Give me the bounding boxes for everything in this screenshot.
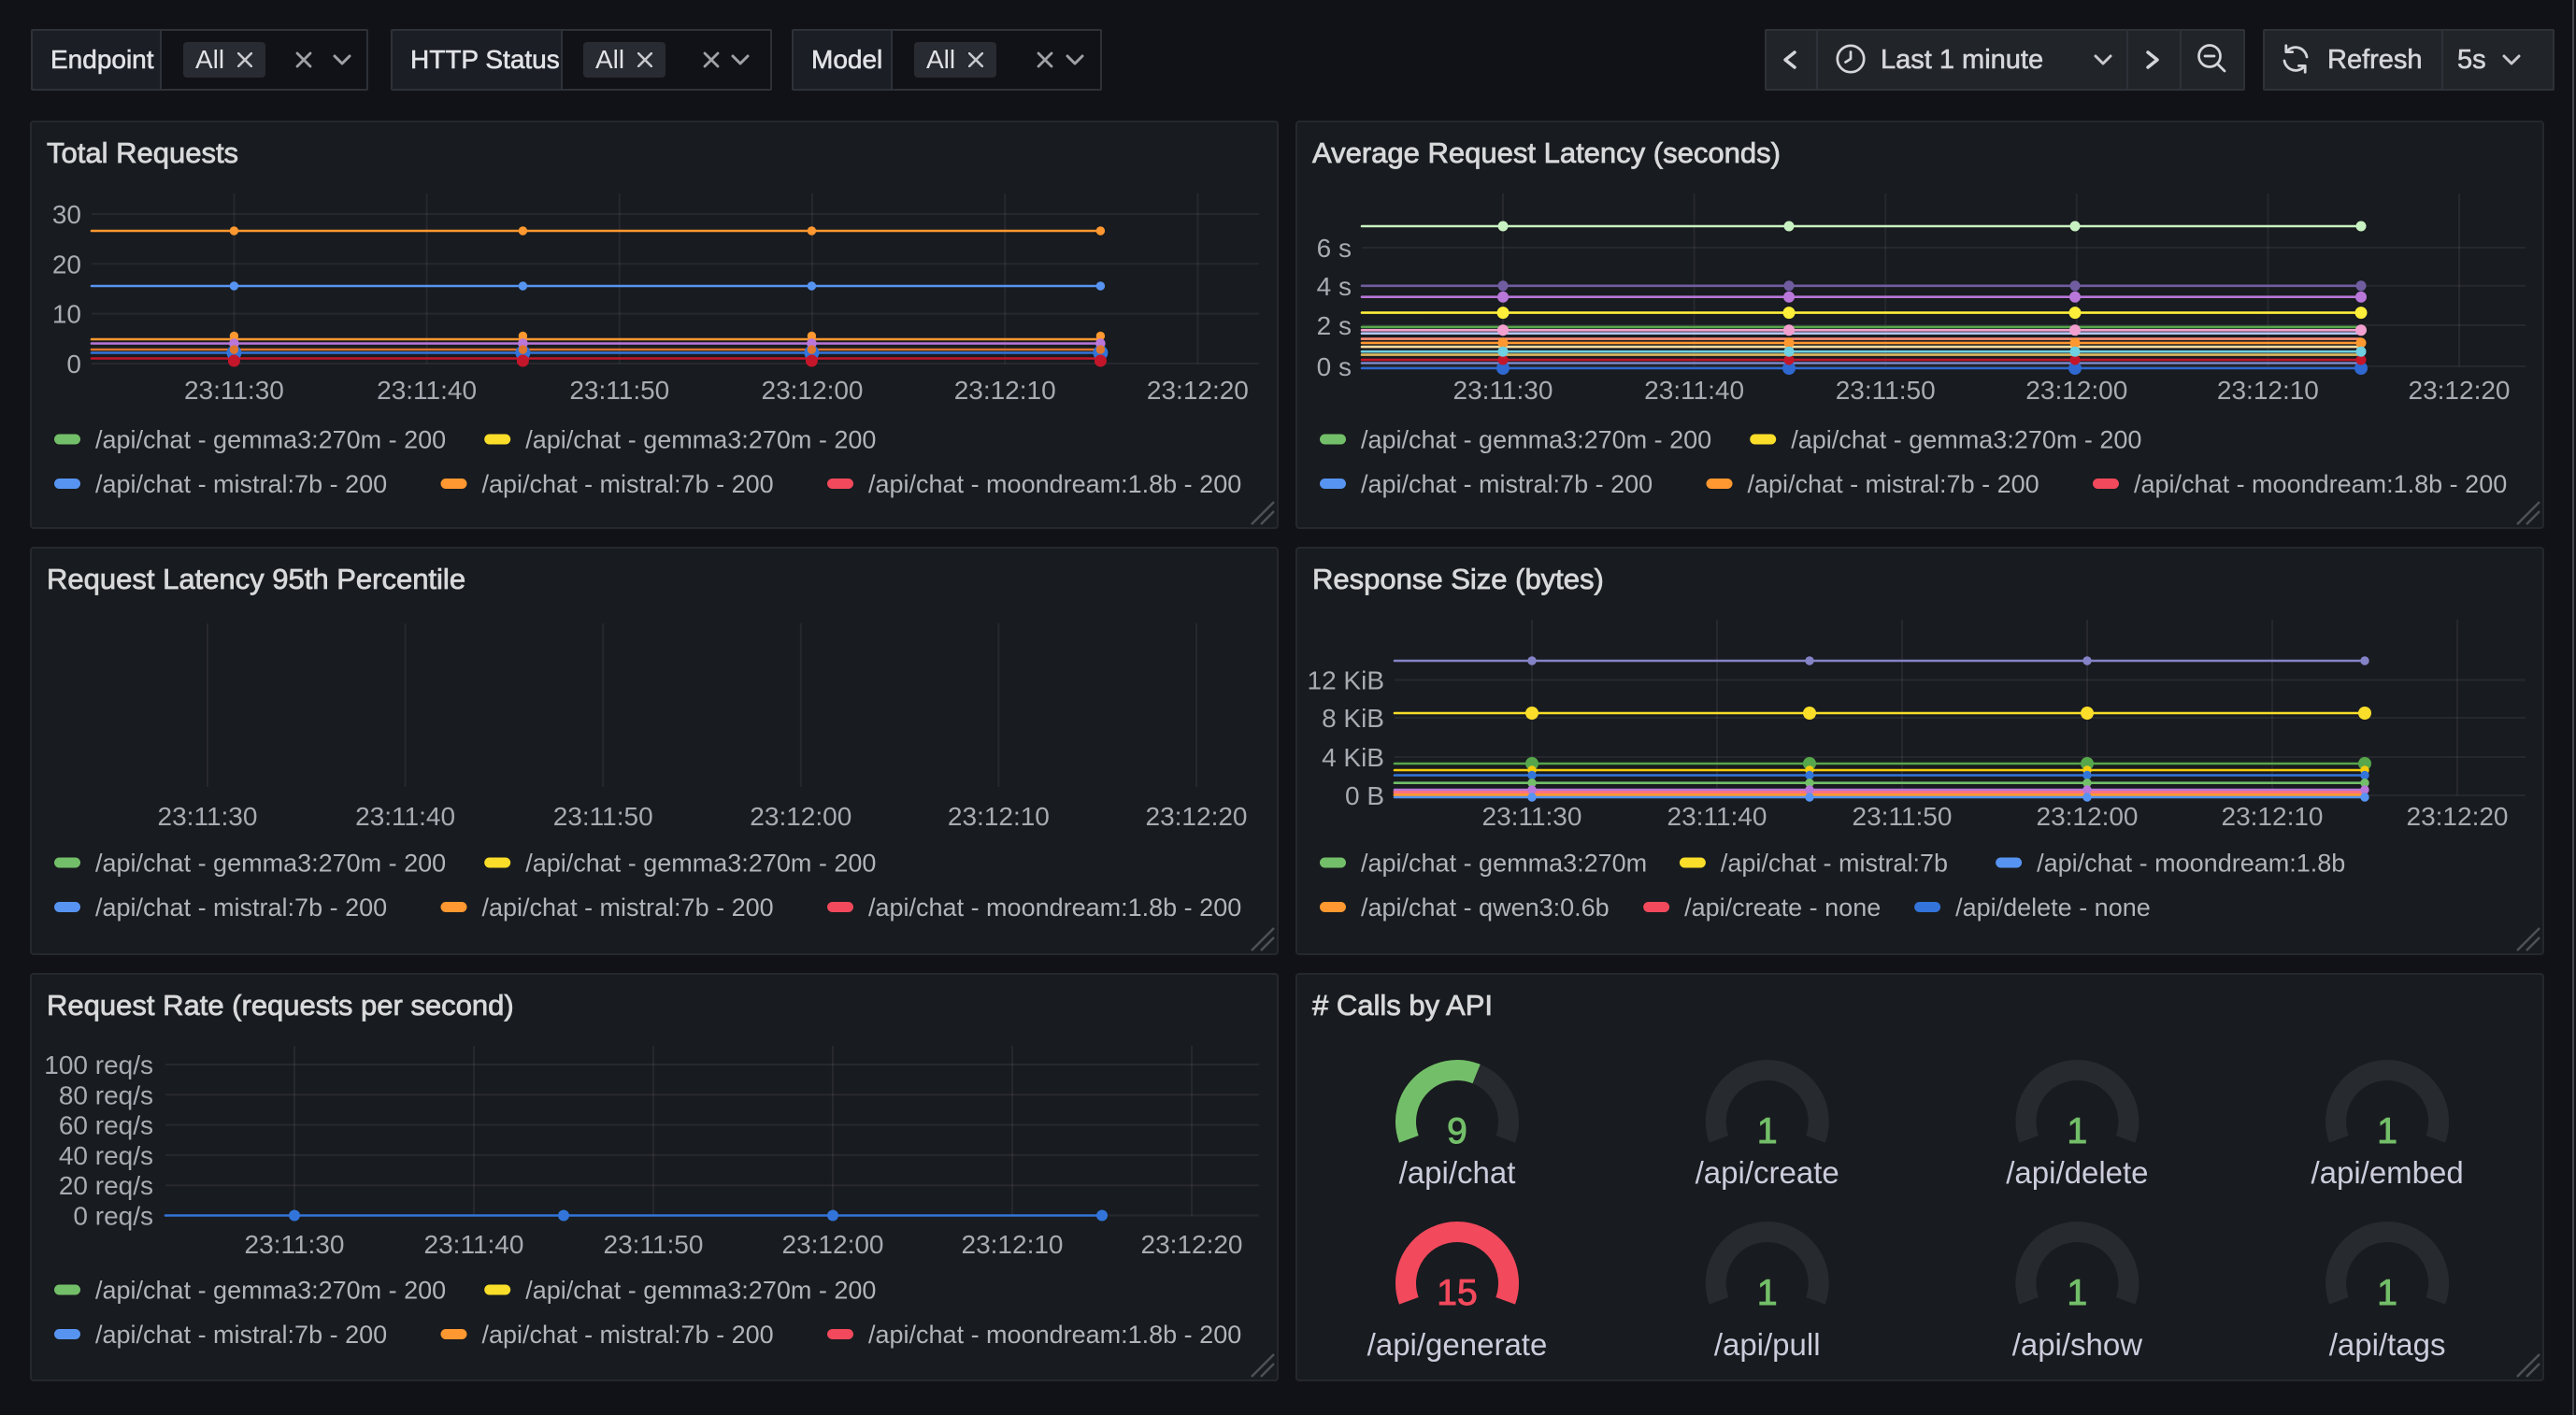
svg-text:0 s: 0 s xyxy=(1317,352,1352,381)
svg-text:23:11:40: 23:11:40 xyxy=(424,1230,524,1259)
svg-text:9: 9 xyxy=(1447,1111,1467,1151)
svg-text:23:11:30: 23:11:30 xyxy=(184,376,284,405)
svg-text:/api/chat - mistral:7b - 200: /api/chat - mistral:7b - 200 xyxy=(1748,470,2039,498)
svg-text:/api/chat - gemma3:270m - 200: /api/chat - gemma3:270m - 200 xyxy=(95,850,446,878)
svg-text:8 KiB: 8 KiB xyxy=(1322,704,1384,733)
svg-text:0 B: 0 B xyxy=(1345,781,1384,810)
svg-text:23:11:50: 23:11:50 xyxy=(1853,802,1953,831)
svg-text:12 KiB: 12 KiB xyxy=(1308,666,1385,695)
svg-text:/api/chat - gemma3:270m - 200: /api/chat - gemma3:270m - 200 xyxy=(525,426,876,454)
svg-text:23:12:10: 23:12:10 xyxy=(948,802,1050,831)
svg-text:0 req/s: 0 req/s xyxy=(73,1202,153,1231)
svg-text:/api/create: /api/create xyxy=(1696,1155,1839,1190)
svg-text:40 req/s: 40 req/s xyxy=(59,1141,153,1170)
svg-text:/api/embed: /api/embed xyxy=(2311,1155,2463,1190)
svg-text:1: 1 xyxy=(2377,1111,2397,1151)
svg-text:23:12:20: 23:12:20 xyxy=(1147,376,1249,405)
svg-text:0: 0 xyxy=(66,350,81,379)
svg-text:60 req/s: 60 req/s xyxy=(59,1111,153,1140)
svg-text:23:12:10: 23:12:10 xyxy=(962,1230,1064,1259)
svg-text:1: 1 xyxy=(2068,1273,2088,1313)
svg-text:15: 15 xyxy=(1437,1273,1477,1313)
svg-text:/api/chat - gemma3:270m - 200: /api/chat - gemma3:270m - 200 xyxy=(1361,426,1711,454)
svg-text:23:12:00: 23:12:00 xyxy=(2025,376,2127,405)
svg-text:80 req/s: 80 req/s xyxy=(59,1080,153,1109)
svg-text:Response Size (bytes): Response Size (bytes) xyxy=(1312,563,1604,595)
svg-text:30: 30 xyxy=(52,200,81,229)
svg-text:# Calls by API: # Calls by API xyxy=(1312,989,1493,1022)
svg-text:/api/chat - mistral:7b - 200: /api/chat - mistral:7b - 200 xyxy=(482,1321,774,1349)
svg-text:/api/chat - moondream:1.8b - 2: /api/chat - moondream:1.8b - 200 xyxy=(868,893,1241,922)
svg-text:/api/chat - mistral:7b - 200: /api/chat - mistral:7b - 200 xyxy=(482,893,774,922)
svg-text:/api/chat - qwen3:0.6b: /api/chat - qwen3:0.6b xyxy=(1361,893,1610,922)
svg-text:23:12:00: 23:12:00 xyxy=(750,802,852,831)
svg-text:1: 1 xyxy=(2377,1273,2397,1313)
svg-text:/api/tags: /api/tags xyxy=(2329,1327,2446,1362)
svg-text:23:11:50: 23:11:50 xyxy=(553,802,653,831)
svg-text:100 req/s: 100 req/s xyxy=(44,1051,153,1079)
svg-text:23:11:30: 23:11:30 xyxy=(245,1230,345,1259)
svg-text:/api/generate: /api/generate xyxy=(1367,1327,1548,1362)
svg-text:Request Rate (requests per sec: Request Rate (requests per second) xyxy=(47,989,514,1022)
svg-text:10: 10 xyxy=(52,300,81,329)
svg-text:23:11:40: 23:11:40 xyxy=(377,376,477,405)
svg-text:/api/pull: /api/pull xyxy=(1714,1327,1821,1362)
svg-text:/api/chat - mistral:7b - 200: /api/chat - mistral:7b - 200 xyxy=(1361,470,1653,498)
svg-text:1: 1 xyxy=(1757,1111,1778,1151)
svg-text:/api/chat - mistral:7b - 200: /api/chat - mistral:7b - 200 xyxy=(95,1321,387,1349)
svg-text:23:12:10: 23:12:10 xyxy=(2222,802,2324,831)
svg-text:23:12:00: 23:12:00 xyxy=(762,376,864,405)
svg-text:23:11:50: 23:11:50 xyxy=(604,1230,704,1259)
svg-text:/api/chat - gemma3:270m: /api/chat - gemma3:270m xyxy=(1361,850,1647,878)
svg-text:23:11:40: 23:11:40 xyxy=(1644,376,1744,405)
svg-text:23:11:30: 23:11:30 xyxy=(158,802,258,831)
svg-text:20 req/s: 20 req/s xyxy=(59,1171,153,1200)
svg-text:/api/chat - mistral:7b - 200: /api/chat - mistral:7b - 200 xyxy=(482,470,774,498)
svg-text:/api/chat - gemma3:270m - 200: /api/chat - gemma3:270m - 200 xyxy=(525,850,876,878)
svg-text:/api/delete - none: /api/delete - none xyxy=(1955,893,2151,922)
svg-text:4 KiB: 4 KiB xyxy=(1322,743,1384,772)
svg-text:23:11:40: 23:11:40 xyxy=(1667,802,1767,831)
svg-text:/api/create - none: /api/create - none xyxy=(1684,893,1881,922)
svg-text:/api/chat - gemma3:270m - 200: /api/chat - gemma3:270m - 200 xyxy=(95,1277,446,1305)
svg-text:23:11:50: 23:11:50 xyxy=(569,376,669,405)
svg-text:/api/chat - moondream:1.8b - 2: /api/chat - moondream:1.8b - 200 xyxy=(868,1321,1241,1349)
svg-text:23:12:00: 23:12:00 xyxy=(782,1230,884,1259)
svg-text:/api/chat: /api/chat xyxy=(1399,1155,1516,1190)
svg-text:6 s: 6 s xyxy=(1317,234,1352,263)
svg-text:/api/chat - moondream:1.8b - 2: /api/chat - moondream:1.8b - 200 xyxy=(868,470,1241,498)
svg-text:/api/chat - mistral:7b: /api/chat - mistral:7b xyxy=(1721,850,1948,878)
svg-text:23:12:20: 23:12:20 xyxy=(1141,1230,1243,1259)
svg-text:23:11:40: 23:11:40 xyxy=(355,802,455,831)
svg-text:20: 20 xyxy=(52,250,81,279)
svg-text:23:11:30: 23:11:30 xyxy=(1482,802,1582,831)
svg-text:23:11:30: 23:11:30 xyxy=(1453,376,1553,405)
svg-text:23:12:20: 23:12:20 xyxy=(2407,802,2509,831)
svg-text:/api/chat - mistral:7b - 200: /api/chat - mistral:7b - 200 xyxy=(95,470,387,498)
svg-text:2 s: 2 s xyxy=(1317,311,1352,340)
svg-text:23:12:00: 23:12:00 xyxy=(2037,802,2139,831)
svg-text:/api/chat - gemma3:270m - 200: /api/chat - gemma3:270m - 200 xyxy=(525,1277,876,1305)
svg-text:23:12:20: 23:12:20 xyxy=(2409,376,2511,405)
svg-text:23:12:10: 23:12:10 xyxy=(2217,376,2319,405)
svg-text:/api/chat - mistral:7b - 200: /api/chat - mistral:7b - 200 xyxy=(95,893,387,922)
svg-text:4 s: 4 s xyxy=(1317,272,1352,301)
svg-text:23:11:50: 23:11:50 xyxy=(1836,376,1936,405)
svg-text:Request Latency 95th Percentil: Request Latency 95th Percentile xyxy=(47,563,465,595)
svg-text:Total Requests: Total Requests xyxy=(47,136,238,169)
svg-text:/api/show: /api/show xyxy=(2012,1327,2143,1362)
svg-text:1: 1 xyxy=(1757,1273,1778,1313)
svg-text:/api/delete: /api/delete xyxy=(2006,1155,2148,1190)
svg-text:23:12:10: 23:12:10 xyxy=(954,376,1056,405)
svg-text:1: 1 xyxy=(2068,1111,2088,1151)
svg-text:/api/chat - gemma3:270m - 200: /api/chat - gemma3:270m - 200 xyxy=(1791,426,2141,454)
svg-text:Average Request Latency (secon: Average Request Latency (seconds) xyxy=(1312,136,1781,169)
svg-text:/api/chat - gemma3:270m - 200: /api/chat - gemma3:270m - 200 xyxy=(95,426,446,454)
svg-text:23:12:20: 23:12:20 xyxy=(1146,802,1248,831)
svg-text:/api/chat - moondream:1.8b: /api/chat - moondream:1.8b xyxy=(2037,850,2345,878)
svg-text:/api/chat - moondream:1.8b - 2: /api/chat - moondream:1.8b - 200 xyxy=(2134,470,2507,498)
